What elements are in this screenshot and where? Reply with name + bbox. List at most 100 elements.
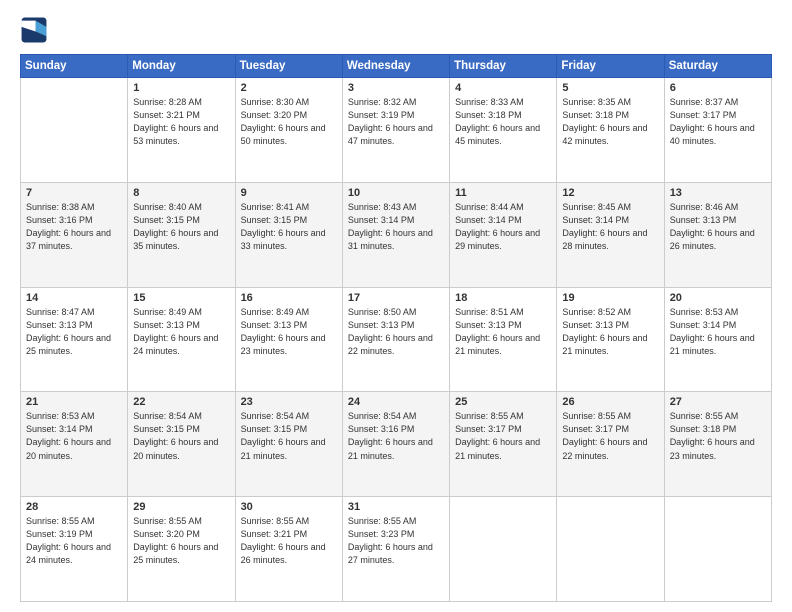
day-info: Sunrise: 8:43 AM Sunset: 3:14 PM Dayligh… [348, 201, 444, 253]
calendar-cell: 25 Sunrise: 8:55 AM Sunset: 3:17 PM Dayli… [450, 392, 557, 497]
calendar-cell: 18 Sunrise: 8:51 AM Sunset: 3:13 PM Dayli… [450, 287, 557, 392]
day-number: 2 [241, 82, 337, 94]
day-number: 27 [670, 396, 766, 408]
day-number: 31 [348, 501, 444, 513]
calendar-cell: 3 Sunrise: 8:32 AM Sunset: 3:19 PM Daylig… [342, 78, 449, 183]
calendar-cell: 20 Sunrise: 8:53 AM Sunset: 3:14 PM Dayli… [664, 287, 771, 392]
day-info: Sunrise: 8:52 AM Sunset: 3:13 PM Dayligh… [562, 306, 658, 358]
calendar-cell: 7Sunrise: 8:38 AM Sunset: 3:16 PM Daylig… [21, 182, 128, 287]
week-row-5: 28 Sunrise: 8:55 AM Sunset: 3:19 PM Dayli… [21, 497, 772, 602]
day-info: Sunrise: 8:30 AM Sunset: 3:20 PM Dayligh… [241, 96, 337, 148]
day-info: Sunrise: 8:47 AM Sunset: 3:13 PM Dayligh… [26, 306, 122, 358]
day-number: 28 [26, 501, 122, 513]
calendar-cell: 14 Sunrise: 8:47 AM Sunset: 3:13 PM Dayli… [21, 287, 128, 392]
calendar-cell: 17 Sunrise: 8:50 AM Sunset: 3:13 PM Dayli… [342, 287, 449, 392]
day-number: 26 [562, 396, 658, 408]
day-number: 5 [562, 82, 658, 94]
logo-icon [20, 16, 48, 44]
day-info: Sunrise: 8:41 AM Sunset: 3:15 PM Dayligh… [241, 201, 337, 253]
day-number: 9 [241, 187, 337, 199]
calendar-cell [21, 78, 128, 183]
day-info: Sunrise: 8:33 AM Sunset: 3:18 PM Dayligh… [455, 96, 551, 148]
calendar-cell [557, 497, 664, 602]
header-wednesday: Wednesday [342, 55, 449, 78]
header-row: SundayMondayTuesdayWednesdayThursdayFrid… [21, 55, 772, 78]
calendar-cell: 5 Sunrise: 8:35 AM Sunset: 3:18 PM Daylig… [557, 78, 664, 183]
day-number: 3 [348, 82, 444, 94]
calendar-cell: 12Sunrise: 8:45 AM Sunset: 3:14 PM Dayli… [557, 182, 664, 287]
day-info: Sunrise: 8:53 AM Sunset: 3:14 PM Dayligh… [26, 410, 122, 462]
header [20, 16, 772, 44]
header-monday: Monday [128, 55, 235, 78]
calendar-cell [664, 497, 771, 602]
day-number: 1 [133, 82, 229, 94]
calendar-cell: 2 Sunrise: 8:30 AM Sunset: 3:20 PM Daylig… [235, 78, 342, 183]
day-info: Sunrise: 8:49 AM Sunset: 3:13 PM Dayligh… [241, 306, 337, 358]
day-info: Sunrise: 8:55 AM Sunset: 3:19 PM Dayligh… [26, 515, 122, 567]
day-number: 30 [241, 501, 337, 513]
day-number: 17 [348, 292, 444, 304]
calendar-table: SundayMondayTuesdayWednesdayThursdayFrid… [20, 54, 772, 602]
day-number: 21 [26, 396, 122, 408]
day-number: 12 [562, 187, 658, 199]
day-number: 13 [670, 187, 766, 199]
day-info: Sunrise: 8:55 AM Sunset: 3:18 PM Dayligh… [670, 410, 766, 462]
day-number: 11 [455, 187, 551, 199]
calendar-cell: 27 Sunrise: 8:55 AM Sunset: 3:18 PM Dayli… [664, 392, 771, 497]
page: SundayMondayTuesdayWednesdayThursdayFrid… [0, 0, 792, 612]
day-info: Sunrise: 8:54 AM Sunset: 3:15 PM Dayligh… [133, 410, 229, 462]
calendar-cell: 13Sunrise: 8:46 AM Sunset: 3:13 PM Dayli… [664, 182, 771, 287]
day-info: Sunrise: 8:35 AM Sunset: 3:18 PM Dayligh… [562, 96, 658, 148]
day-number: 14 [26, 292, 122, 304]
day-info: Sunrise: 8:28 AM Sunset: 3:21 PM Dayligh… [133, 96, 229, 148]
day-number: 19 [562, 292, 658, 304]
day-number: 29 [133, 501, 229, 513]
calendar-cell: 26 Sunrise: 8:55 AM Sunset: 3:17 PM Dayli… [557, 392, 664, 497]
day-info: Sunrise: 8:32 AM Sunset: 3:19 PM Dayligh… [348, 96, 444, 148]
day-info: Sunrise: 8:40 AM Sunset: 3:15 PM Dayligh… [133, 201, 229, 253]
day-number: 15 [133, 292, 229, 304]
day-number: 20 [670, 292, 766, 304]
day-info: Sunrise: 8:50 AM Sunset: 3:13 PM Dayligh… [348, 306, 444, 358]
calendar-cell: 6 Sunrise: 8:37 AM Sunset: 3:17 PM Daylig… [664, 78, 771, 183]
calendar-cell: 29 Sunrise: 8:55 AM Sunset: 3:20 PM Dayli… [128, 497, 235, 602]
day-info: Sunrise: 8:53 AM Sunset: 3:14 PM Dayligh… [670, 306, 766, 358]
calendar-cell: 19 Sunrise: 8:52 AM Sunset: 3:13 PM Dayli… [557, 287, 664, 392]
header-thursday: Thursday [450, 55, 557, 78]
header-friday: Friday [557, 55, 664, 78]
day-number: 25 [455, 396, 551, 408]
day-number: 6 [670, 82, 766, 94]
calendar-cell: 22 Sunrise: 8:54 AM Sunset: 3:15 PM Dayli… [128, 392, 235, 497]
logo [20, 16, 52, 44]
day-number: 7 [26, 187, 122, 199]
day-number: 10 [348, 187, 444, 199]
day-number: 4 [455, 82, 551, 94]
day-info: Sunrise: 8:44 AM Sunset: 3:14 PM Dayligh… [455, 201, 551, 253]
calendar-cell: 24Sunrise: 8:54 AM Sunset: 3:16 PM Dayli… [342, 392, 449, 497]
day-info: Sunrise: 8:51 AM Sunset: 3:13 PM Dayligh… [455, 306, 551, 358]
week-row-2: 7Sunrise: 8:38 AM Sunset: 3:16 PM Daylig… [21, 182, 772, 287]
day-info: Sunrise: 8:54 AM Sunset: 3:15 PM Dayligh… [241, 410, 337, 462]
week-row-4: 21 Sunrise: 8:53 AM Sunset: 3:14 PM Dayli… [21, 392, 772, 497]
calendar-cell [450, 497, 557, 602]
day-info: Sunrise: 8:55 AM Sunset: 3:21 PM Dayligh… [241, 515, 337, 567]
day-number: 24 [348, 396, 444, 408]
calendar-cell: 1 Sunrise: 8:28 AM Sunset: 3:21 PM Daylig… [128, 78, 235, 183]
calendar-cell: 16 Sunrise: 8:49 AM Sunset: 3:13 PM Dayli… [235, 287, 342, 392]
calendar-cell: 10 Sunrise: 8:43 AM Sunset: 3:14 PM Dayli… [342, 182, 449, 287]
calendar-cell: 8Sunrise: 8:40 AM Sunset: 3:15 PM Daylig… [128, 182, 235, 287]
day-info: Sunrise: 8:55 AM Sunset: 3:17 PM Dayligh… [562, 410, 658, 462]
day-info: Sunrise: 8:55 AM Sunset: 3:17 PM Dayligh… [455, 410, 551, 462]
calendar-cell: 15 Sunrise: 8:49 AM Sunset: 3:13 PM Dayli… [128, 287, 235, 392]
calendar-cell: 23Sunrise: 8:54 AM Sunset: 3:15 PM Dayli… [235, 392, 342, 497]
calendar-cell: 30 Sunrise: 8:55 AM Sunset: 3:21 PM Dayli… [235, 497, 342, 602]
day-info: Sunrise: 8:55 AM Sunset: 3:20 PM Dayligh… [133, 515, 229, 567]
calendar-cell: 21 Sunrise: 8:53 AM Sunset: 3:14 PM Dayli… [21, 392, 128, 497]
day-number: 22 [133, 396, 229, 408]
day-info: Sunrise: 8:49 AM Sunset: 3:13 PM Dayligh… [133, 306, 229, 358]
day-info: Sunrise: 8:37 AM Sunset: 3:17 PM Dayligh… [670, 96, 766, 148]
header-tuesday: Tuesday [235, 55, 342, 78]
day-info: Sunrise: 8:55 AM Sunset: 3:23 PM Dayligh… [348, 515, 444, 567]
day-number: 18 [455, 292, 551, 304]
day-number: 16 [241, 292, 337, 304]
